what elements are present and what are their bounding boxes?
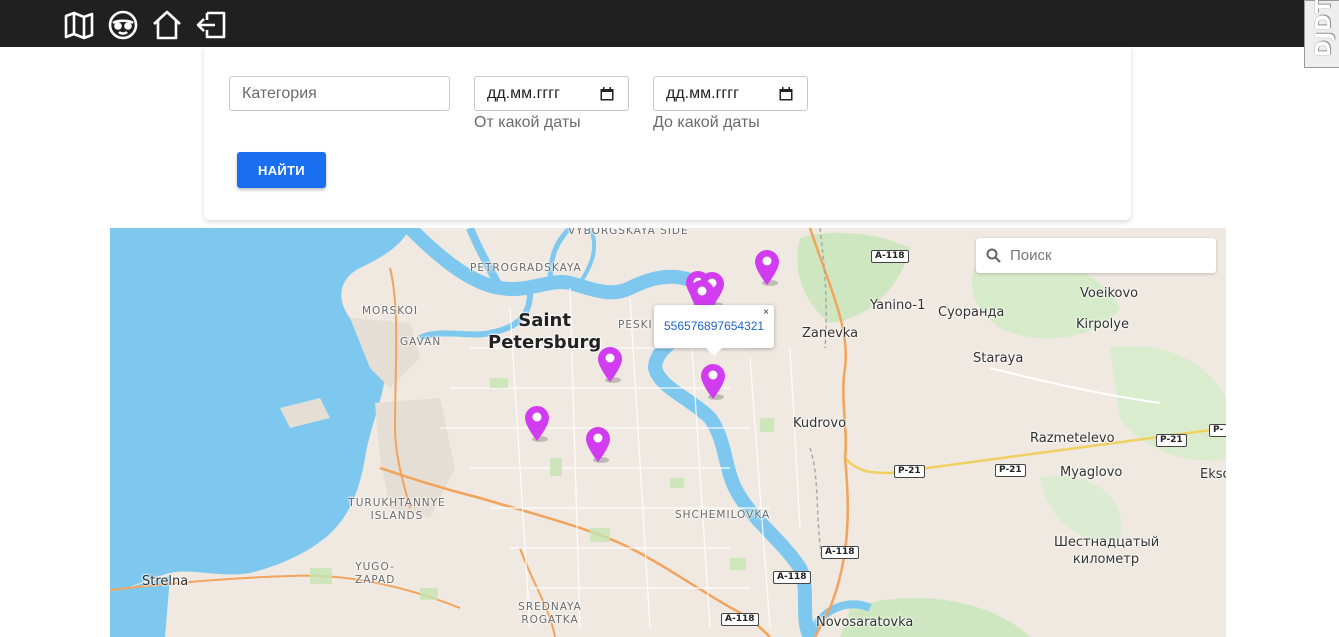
filter-card — [204, 47, 1131, 220]
date-from-input[interactable]: дд.мм.гггг — [474, 76, 629, 111]
road-shield: P-21 — [1156, 434, 1187, 447]
map-label-voeikovo: Voeikovo — [1080, 286, 1139, 301]
map-label-srednaya-rogatka: SREDNAYA ROGATKA — [518, 601, 582, 626]
road-shield: A-118 — [871, 250, 909, 263]
road-shield: A-118 — [721, 613, 759, 626]
map-search-input[interactable]: Поиск — [976, 238, 1216, 273]
map-marker[interactable] — [523, 404, 551, 442]
map-label-morskoi: MORSKOI — [362, 305, 418, 317]
map-view[interactable]: VYBORGSKAYA SIDE PETROGRADSKAYA MORSKOI … — [110, 228, 1226, 637]
map-label-16km: Шестнадцатый километр — [1054, 535, 1160, 567]
map-label-ekso: Ekso — [1200, 467, 1226, 482]
map-marker[interactable] — [584, 425, 612, 463]
map-label-turukhtannye: TURUKHTANNYE ISLANDS — [348, 497, 446, 522]
map-label-peski: PESKI — [618, 319, 653, 331]
map-label-novosaratovka: Novosaratovka — [816, 615, 914, 630]
map-label-suoranda: Суоранда — [938, 305, 1005, 320]
home-icon[interactable] — [151, 9, 183, 41]
driver-icon[interactable] — [107, 9, 139, 41]
map-label-kudrovo: Kudrovo — [793, 416, 847, 431]
road-shield: P-21 — [995, 464, 1026, 477]
popup-close-button[interactable]: × — [763, 307, 769, 318]
calendar-icon[interactable] — [779, 87, 793, 101]
map-label-staraya: Staraya — [973, 351, 1024, 366]
debug-toolbar-handle[interactable]: DJDT — [1304, 0, 1339, 68]
map-label-razmetelevo: Razmetelevo — [1030, 431, 1115, 446]
category-input[interactable]: Категория — [229, 76, 450, 111]
map-label-gavan: GAVAN — [400, 336, 442, 348]
road-shield: P-21 — [894, 465, 925, 478]
road-shield: A-118 — [773, 571, 811, 584]
map-label-strelna: Strelna — [142, 574, 189, 589]
road-shield: A-118 — [821, 546, 859, 559]
date-to-input[interactable]: дд.мм.гггг — [653, 76, 808, 111]
map-label-yugo-zapad: YUGO-ZAPAD — [355, 561, 396, 586]
map-marker[interactable] — [596, 345, 624, 383]
map-label-myaglovo: Myaglovo — [1060, 465, 1123, 480]
map-label-zanevka: Zanevka — [802, 326, 859, 341]
map-label-kirpolye: Kirpolye — [1076, 317, 1129, 332]
map-label-petrogradskaya: PETROGRADSKAYA — [470, 262, 582, 274]
date-from-helper: От какой даты — [474, 114, 581, 131]
popup-link[interactable]: 556576897654321 — [664, 319, 764, 333]
map-label-yanino: Yanino-1 — [870, 298, 926, 313]
search-icon — [986, 248, 1001, 263]
logout-icon[interactable] — [195, 9, 227, 41]
map-label-city: Saint Petersburg — [488, 310, 602, 353]
top-navbar: DJDT — [0, 0, 1339, 68]
map-marker[interactable] — [753, 248, 781, 286]
calendar-icon[interactable] — [600, 87, 614, 101]
map-label-shchemilovka: SHCHEMILOVKA — [675, 509, 771, 521]
map-marker[interactable] — [699, 362, 727, 400]
date-to-helper: До какой даты — [653, 114, 760, 131]
search-button[interactable]: НАЙТИ — [237, 152, 326, 188]
map-popup: 556576897654321 × — [654, 305, 774, 356]
map-icon[interactable] — [63, 9, 95, 41]
map-label-vyborgskaya: VYBORGSKAYA SIDE — [568, 228, 689, 237]
road-shield: P- — [1209, 424, 1226, 437]
